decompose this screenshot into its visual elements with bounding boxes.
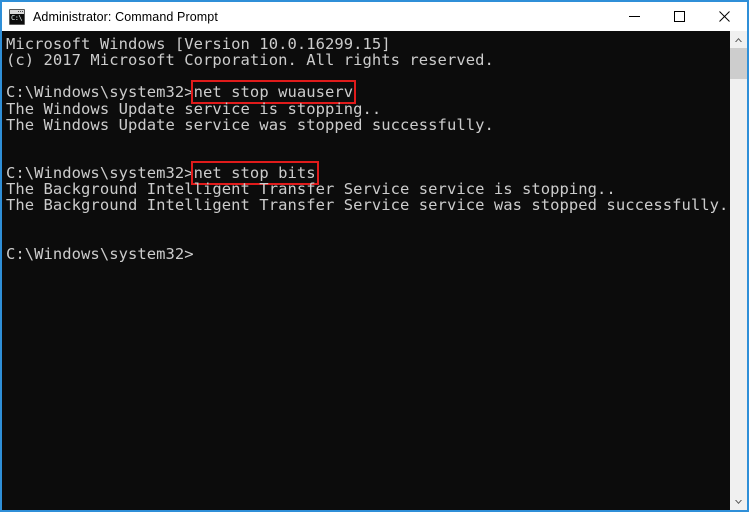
console-line: C:\Windows\system32>	[6, 246, 730, 262]
console-line: Microsoft Windows [Version 10.0.16299.15…	[6, 36, 730, 52]
command-prompt-icon[interactable]: C:\	[9, 8, 25, 25]
minimize-icon	[629, 16, 640, 17]
command-prompt-window: C:\ Administrator: Command Prompt Micros…	[0, 0, 749, 512]
scroll-down-arrow-icon	[735, 499, 742, 504]
close-button[interactable]	[702, 2, 747, 31]
icon-dots	[18, 10, 23, 12]
maximize-icon	[674, 11, 685, 22]
vertical-scrollbar[interactable]	[730, 31, 747, 510]
scroll-up-button[interactable]	[730, 31, 747, 48]
console-line: C:\Windows\system32>net stop wuauserv	[6, 80, 730, 105]
maximize-button[interactable]	[657, 2, 702, 31]
console-text: The Windows Update service was stopped s…	[6, 115, 494, 134]
console-output[interactable]: Microsoft Windows [Version 10.0.16299.15…	[2, 31, 730, 510]
scroll-up-arrow-icon	[735, 37, 742, 42]
minimize-button[interactable]	[612, 2, 657, 31]
scroll-down-button[interactable]	[730, 493, 747, 510]
icon-label: C:\	[11, 13, 23, 22]
console-area: Microsoft Windows [Version 10.0.16299.15…	[2, 31, 747, 510]
title-bar[interactable]: C:\ Administrator: Command Prompt	[2, 2, 747, 31]
scrollbar-thumb[interactable]	[730, 48, 747, 79]
console-line: The Windows Update service is stopping..	[6, 100, 730, 117]
close-icon	[719, 11, 730, 22]
window-title: Administrator: Command Prompt	[33, 9, 218, 24]
console-line: (c) 2017 Microsoft Corporation. All righ…	[6, 52, 730, 68]
console-text: (c) 2017 Microsoft Corporation. All righ…	[6, 51, 494, 70]
window-controls	[612, 2, 747, 31]
console-line: C:\Windows\system32>net stop bits	[6, 161, 730, 186]
console-line: The Background Intelligent Transfer Serv…	[6, 181, 730, 197]
console-text: The Background Intelligent Transfer Serv…	[6, 196, 729, 215]
scrollbar-track[interactable]	[730, 48, 747, 493]
console-text: C:\Windows\system32>	[6, 244, 194, 263]
console-line: The Windows Update service was stopped s…	[6, 117, 730, 133]
console-line: The Background Intelligent Transfer Serv…	[6, 197, 730, 213]
